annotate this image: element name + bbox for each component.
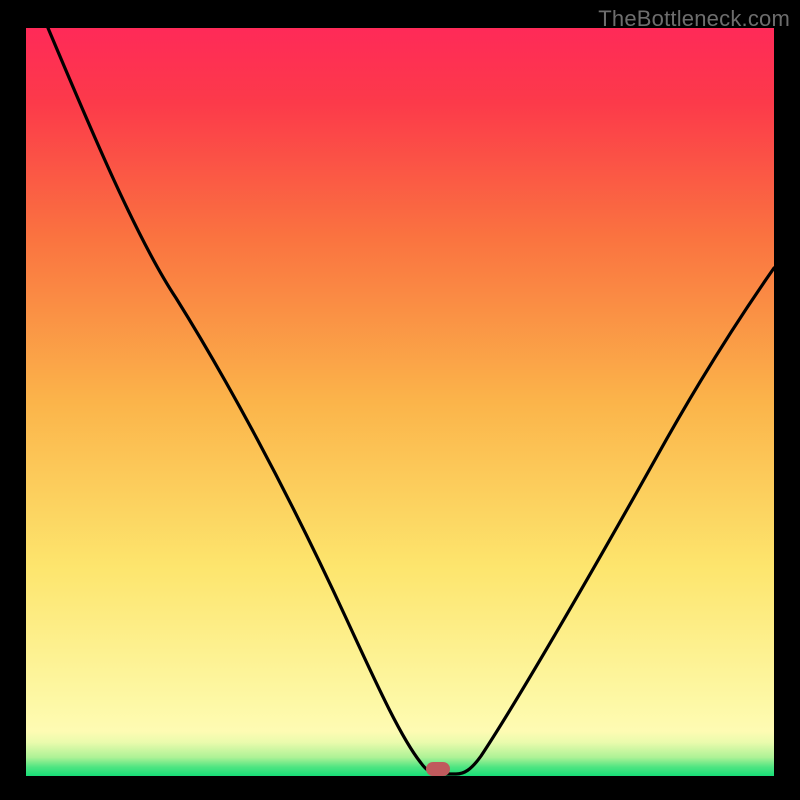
- bottleneck-curve-svg: [26, 28, 774, 776]
- bottleneck-curve-path: [48, 28, 774, 774]
- optimal-marker: [426, 762, 450, 776]
- plot-area: [26, 28, 774, 776]
- chart-frame: TheBottleneck.com: [0, 0, 800, 800]
